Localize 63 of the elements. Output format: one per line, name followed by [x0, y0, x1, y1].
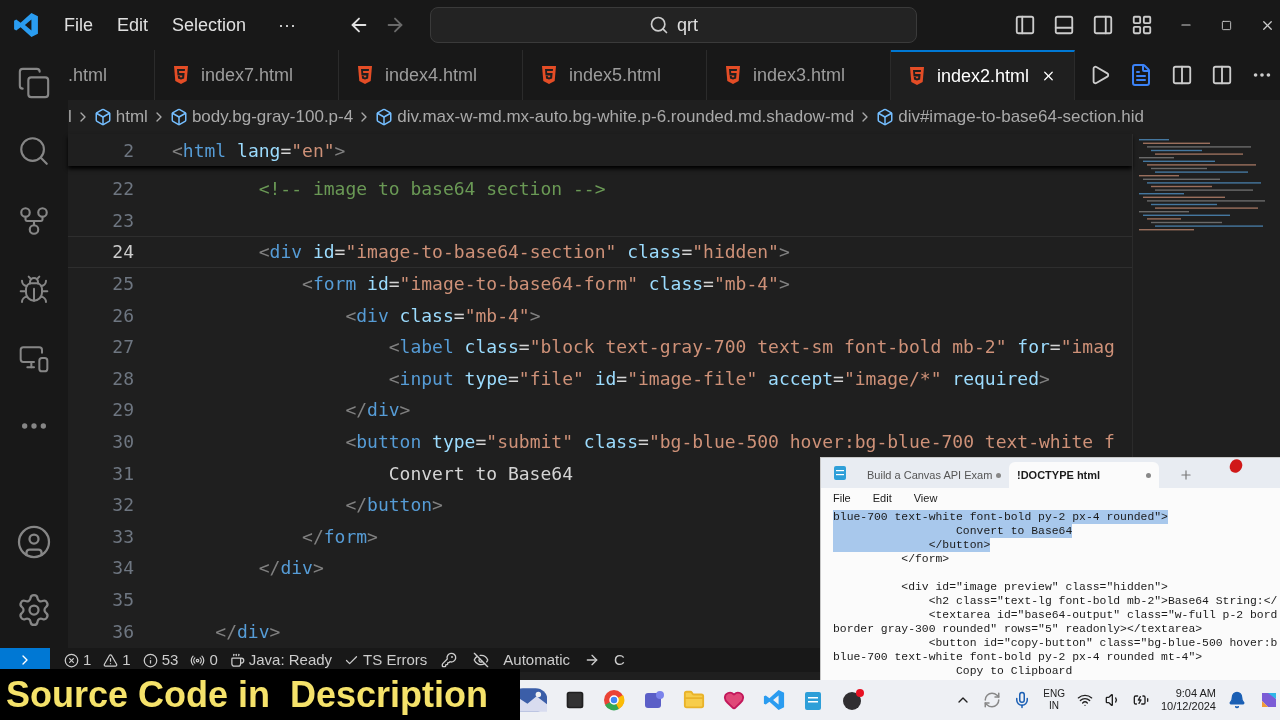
breadcrumb-item[interactable]: div#image-to-base64-section.hid	[898, 104, 1144, 130]
line-number: 31	[111, 461, 134, 486]
line-number: 22	[111, 177, 134, 202]
line-number: 36	[111, 619, 134, 644]
code-line: </form>	[301, 524, 378, 549]
line-number: 2	[122, 138, 134, 163]
menu-item[interactable]: File	[833, 489, 851, 507]
menu-item[interactable]: Edit	[105, 11, 161, 39]
code-line: <html lang="en">	[172, 138, 346, 163]
status-item[interactable]: Automatic	[503, 648, 570, 672]
code-line: <input type="file" id="image-file" accept="image/*" required>	[387, 366, 1050, 391]
status-item[interactable]: 53	[161, 648, 179, 672]
line-number: 25	[111, 272, 134, 297]
line-number: 29	[111, 398, 134, 423]
line-number: 28	[111, 366, 134, 391]
clock-date[interactable]: 10/12/2024	[1160, 700, 1216, 713]
line-number: 23	[111, 208, 134, 233]
editor-tab[interactable]: index4.html	[339, 50, 523, 100]
editor-tab[interactable]: index2.html	[891, 50, 1075, 100]
more-menu[interactable]: ···	[266, 11, 309, 39]
code-line: <div id="image-to-base64-section" class="hidden">	[257, 240, 790, 265]
line-number: 32	[111, 493, 134, 518]
code-line: <form id="image-to-base64-form" class="mb-4">	[301, 272, 790, 297]
editor-tab[interactable]: index7.html	[155, 50, 339, 100]
line-number: 33	[111, 524, 134, 549]
breadcrumb-item[interactable]: l	[68, 104, 72, 130]
status-item[interactable]: C	[614, 648, 625, 672]
breadcrumb-item[interactable]: body.bg-gray-100.p-4	[191, 104, 354, 130]
status-item[interactable]: 1	[122, 648, 131, 672]
line-number: 24	[111, 240, 134, 265]
editor-tab[interactable]: index5.html	[523, 50, 707, 100]
status-item[interactable]: Java: Ready	[248, 648, 333, 672]
code-line: <div class="mb-4">	[344, 303, 541, 328]
code-line: <!-- image to base64 section -->	[257, 177, 606, 202]
code-line: <label class="block text-gray-700 text-sm font-bold mb-2" for="imag	[387, 335, 1115, 360]
line-number: 34	[111, 556, 134, 581]
line-number: 35	[111, 588, 134, 612]
line-number: 26	[111, 303, 134, 328]
search-field[interactable]: qrt	[430, 7, 918, 43]
language-indicator[interactable]: ENG	[1043, 688, 1065, 700]
breadcrumb-item[interactable]: html	[115, 104, 148, 130]
status-item[interactable]: 0	[209, 648, 218, 672]
clock-time[interactable]: 9:04 AM	[1175, 687, 1216, 700]
menu-item[interactable]: View	[913, 489, 938, 507]
code-line: </div>	[214, 619, 281, 644]
status-item[interactable]: 1	[83, 648, 92, 672]
code-line: </button>	[344, 493, 443, 518]
menu-item[interactable]: Selection	[160, 11, 259, 39]
banner: Source Code in Description	[0, 669, 520, 720]
code-line: </div>	[257, 556, 324, 581]
menu-item[interactable]: Edit	[872, 489, 892, 507]
breadcrumb-item[interactable]: div.max-w-md.mx-auto.bg-white.p-6.rounded.md.shadow-md	[397, 104, 855, 130]
code-line: <button type="submit" class="bg-blue-500 hover:bg-blue-700 text-white f	[344, 430, 1115, 455]
line-number: 27	[111, 335, 134, 360]
code-line: </div>	[344, 398, 411, 423]
code-line: Convert to Base64	[387, 461, 573, 486]
region-indicator[interactable]: IN	[1049, 700, 1060, 712]
status-item[interactable]: TS Errors	[363, 648, 428, 672]
menu-item[interactable]: File	[52, 11, 105, 39]
document-tab[interactable]: !DOCTYPE html	[1009, 462, 1159, 488]
document-tab[interactable]: Build a Canvas API Exam	[859, 462, 1009, 488]
editor-tab[interactable]: .html	[68, 50, 155, 100]
line-number: 30	[111, 430, 134, 455]
